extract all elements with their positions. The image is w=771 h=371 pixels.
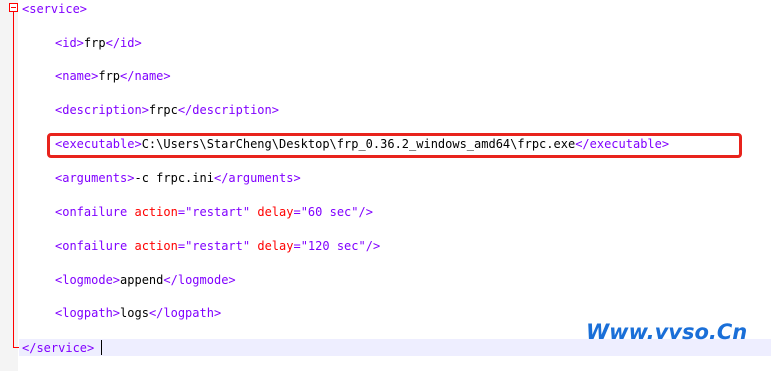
- close-tag: </logpath>: [148, 306, 222, 320]
- collapse-toggle-icon[interactable]: [9, 3, 18, 12]
- attribute-value: "60 sec": [300, 205, 359, 219]
- attribute-name: delay: [257, 239, 294, 253]
- attribute-value: "restart": [185, 239, 251, 253]
- highlight-annotation-box: [47, 133, 742, 158]
- code-line-description[interactable]: <description>frpc</description>: [55, 102, 279, 118]
- open-tag: <service>: [22, 2, 88, 16]
- attribute-name: action: [134, 205, 178, 219]
- code-line-id[interactable]: <id>frp</id>: [55, 35, 142, 51]
- code-line-arguments[interactable]: <arguments>-c frpc.ini</arguments>: [55, 170, 301, 186]
- code-line-logpath[interactable]: <logpath>logs</logpath>: [55, 305, 221, 321]
- close-tag: </name>: [120, 69, 171, 83]
- attribute-name: action: [134, 239, 178, 253]
- element-value: logs: [120, 306, 149, 320]
- code-line-service[interactable]: </service>: [22, 340, 94, 356]
- close-tag: </arguments>: [213, 171, 301, 185]
- open-tag: <logpath>: [55, 306, 121, 320]
- element-value: append: [120, 273, 164, 287]
- self-close-tag: />: [358, 205, 373, 219]
- close-tag: </logmode>: [163, 273, 236, 287]
- code-line-service[interactable]: <service>: [22, 1, 87, 17]
- text-cursor: [101, 340, 102, 355]
- open-tag: <arguments>: [55, 171, 135, 185]
- self-close-tag: />: [365, 239, 381, 253]
- code-line-logmode[interactable]: <logmode>append</logmode>: [55, 272, 236, 288]
- close-tag: </description>: [177, 103, 279, 117]
- close-tag: </service>: [22, 341, 95, 355]
- element-value: frpc: [148, 103, 178, 117]
- open-tag: <id>: [55, 36, 84, 50]
- open-tag: <description>: [55, 103, 149, 117]
- open-tag: <onfailure: [55, 205, 128, 219]
- fold-guide-line: [13, 12, 14, 348]
- attribute-value: "restart": [185, 205, 251, 219]
- fold-gutter: [0, 0, 18, 371]
- element-value: frp: [98, 69, 121, 83]
- open-tag: <logmode>: [55, 273, 121, 287]
- attribute-value: "120 sec": [300, 239, 366, 253]
- element-value: frp: [83, 36, 106, 50]
- element-value: -c frpc.ini: [134, 171, 214, 185]
- attribute-name: delay: [257, 205, 294, 219]
- open-tag: <onfailure: [55, 239, 128, 253]
- code-line-onfailure[interactable]: <onfailure action="restart" delay="120 s…: [55, 238, 380, 254]
- close-tag: </id>: [105, 36, 142, 50]
- code-line-name[interactable]: <name>frp</name>: [55, 68, 171, 84]
- open-tag: <name>: [55, 69, 99, 83]
- watermark-text: Www.vvso.Cn: [586, 320, 748, 344]
- code-line-onfailure[interactable]: <onfailure action="restart" delay="60 se…: [55, 204, 373, 220]
